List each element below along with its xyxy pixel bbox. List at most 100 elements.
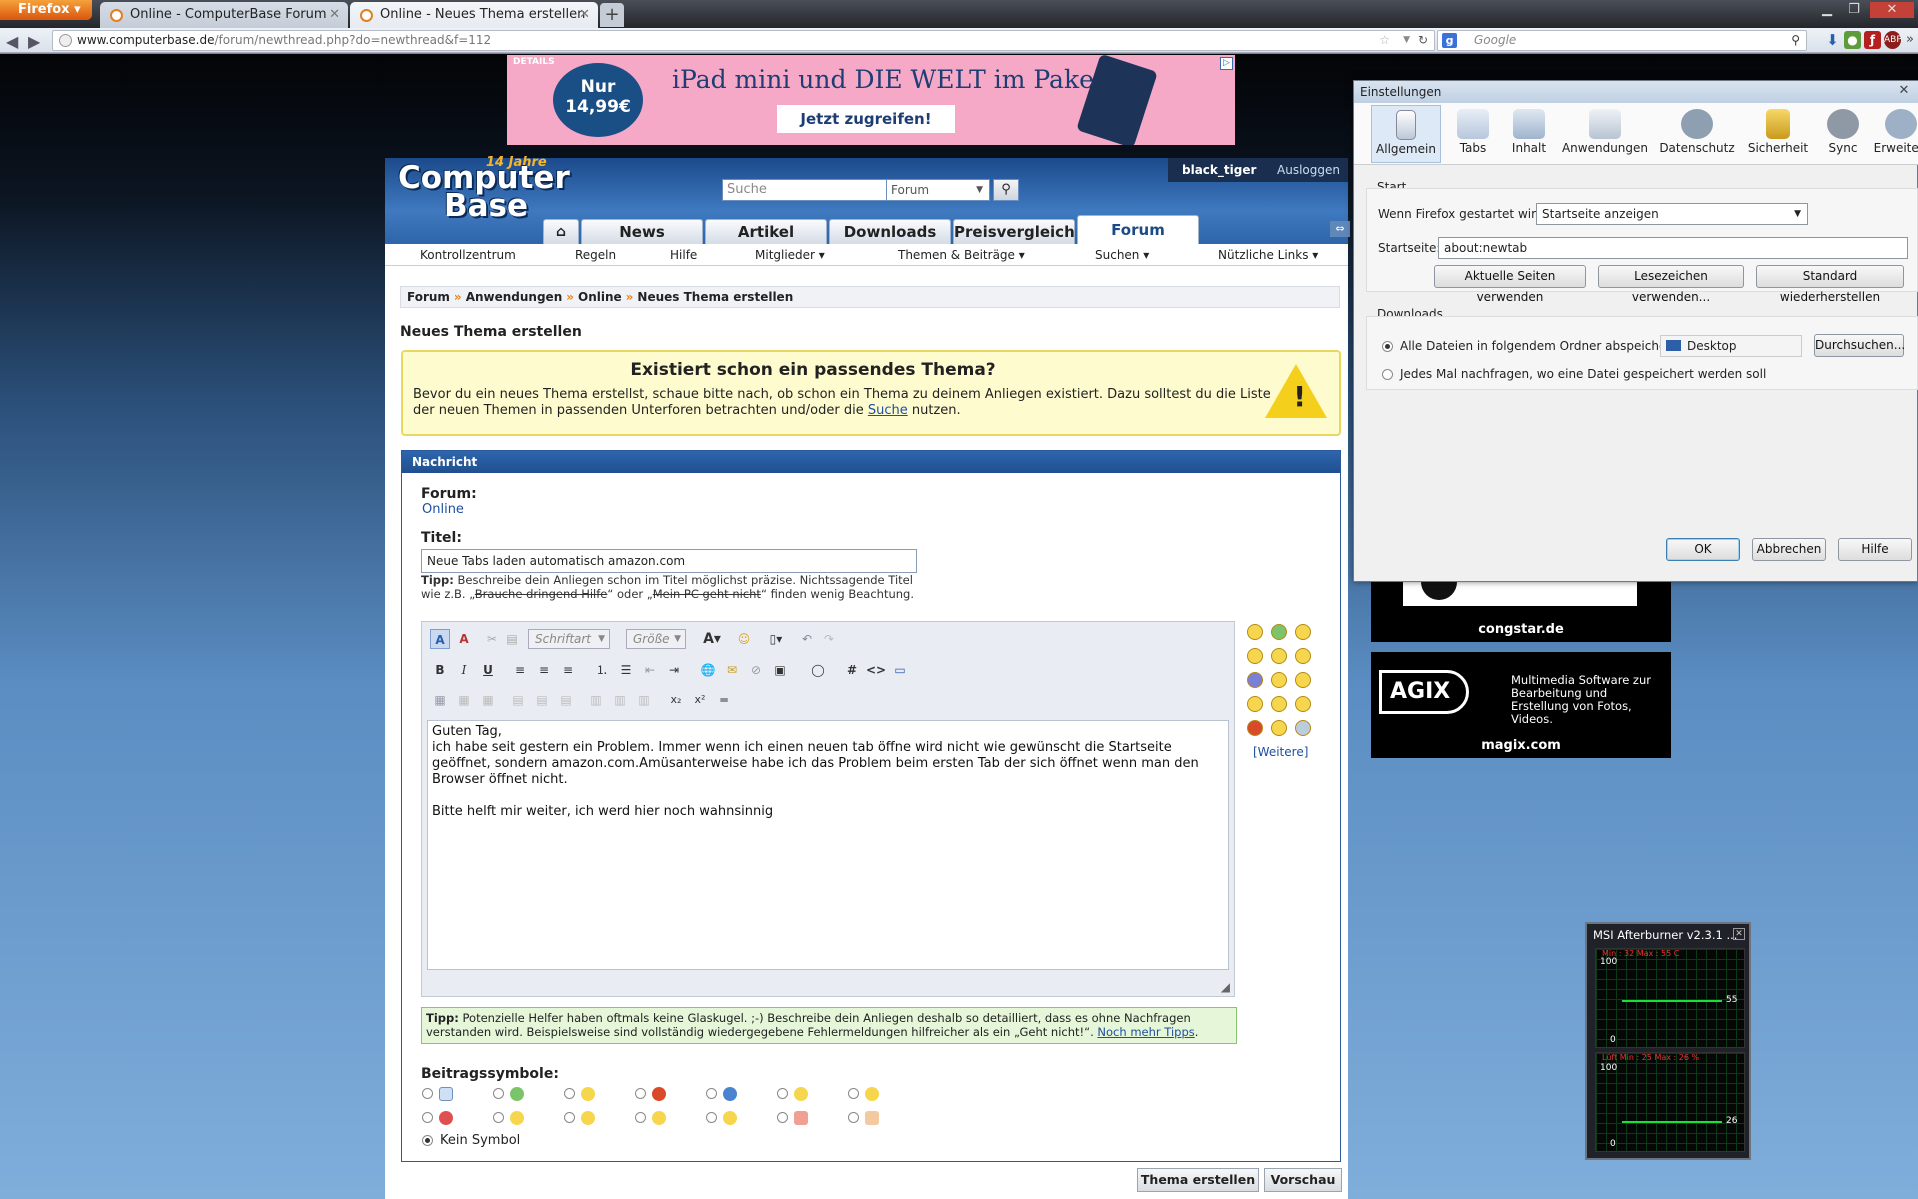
ad-cta-button[interactable]: Jetzt zugreifen! — [777, 105, 955, 133]
post-icon-radio[interactable] — [493, 1112, 504, 1123]
post-icon-radio[interactable] — [564, 1112, 575, 1123]
post-icon-radio[interactable] — [422, 1112, 433, 1123]
smiley-icon[interactable] — [1271, 624, 1287, 640]
subnav-mitglieder[interactable]: Mitglieder ▾ — [755, 246, 825, 264]
smiley-icon[interactable] — [1247, 696, 1263, 712]
smiley-icon[interactable] — [1295, 696, 1311, 712]
menu-overflow-icon[interactable]: » — [1906, 32, 1914, 47]
bookmark-star-icon[interactable]: ☆ — [1379, 31, 1390, 50]
smiley-icon[interactable] — [1271, 696, 1287, 712]
table-icon[interactable]: ▦ — [430, 690, 450, 710]
username-link[interactable]: black_tiger — [1182, 158, 1256, 182]
tab-artikel[interactable]: Artikel — [705, 219, 827, 244]
col-right-icon[interactable]: ▥ — [610, 690, 630, 710]
dropdown-icon[interactable]: ▼ — [1403, 31, 1410, 50]
smiley-icon[interactable] — [1247, 720, 1263, 736]
col-delete-icon[interactable]: ▥ — [634, 690, 654, 710]
image-icon[interactable]: ▣ — [770, 660, 790, 680]
subscript-icon[interactable]: x₂ — [666, 690, 686, 710]
tab-forum[interactable]: Forum — [1077, 215, 1199, 244]
download-icon[interactable]: ⬇ — [1824, 31, 1841, 49]
subnav-suchen[interactable]: Suchen ▾ — [1095, 246, 1149, 264]
afterburner-close-icon[interactable]: ✕ — [1733, 928, 1745, 940]
post-icon-radio[interactable] — [706, 1112, 717, 1123]
horizontal-rule-icon[interactable]: ═ — [714, 690, 734, 710]
post-icon-radio[interactable] — [848, 1088, 859, 1099]
post-icon-radio[interactable] — [777, 1088, 788, 1099]
smiley-icon[interactable] — [1271, 720, 1287, 736]
close-tab-icon[interactable]: ✕ — [329, 2, 340, 28]
smiley-icon[interactable] — [1295, 624, 1311, 640]
quote-icon[interactable]: ◯ — [808, 660, 828, 680]
subnav-themen[interactable]: Themen & Beiträge ▾ — [898, 246, 1025, 264]
superscript-icon[interactable]: x² — [690, 690, 710, 710]
adblock-icon[interactable]: ABP — [1884, 31, 1902, 49]
subnav-regeln[interactable]: Regeln — [575, 246, 616, 264]
magix-ad[interactable]: AGIX Multimedia Software zur Bearbeitung… — [1371, 652, 1671, 758]
close-tab-icon[interactable]: ✕ — [579, 2, 590, 28]
use-bookmark-button[interactable]: Lesezeichen verwenden... — [1598, 265, 1744, 304]
start-behaviour-select[interactable]: Startseite anzeigen ▼ — [1536, 203, 1808, 225]
subnav-nuetzliche-links[interactable]: Nützliche Links ▾ — [1218, 246, 1318, 264]
more-smilies-link[interactable]: [Weitere] — [1253, 745, 1308, 759]
afterburner-widget[interactable]: MSI Afterburner v2.3.1 ... ✕ 100 0 55 Mi… — [1585, 922, 1751, 1160]
restore-default-button[interactable]: Standard wiederherstellen — [1756, 265, 1904, 304]
ordered-list-icon[interactable]: ⒈ — [592, 660, 612, 680]
row-above-icon[interactable]: ▤ — [508, 690, 528, 710]
resize-handle-icon[interactable]: ◢ — [1221, 980, 1230, 994]
home-tab[interactable]: ⌂ — [543, 219, 579, 244]
redo-icon[interactable]: ↷ — [819, 629, 839, 649]
font-select[interactable]: Schriftart ▼ — [528, 629, 610, 649]
paste-icon[interactable]: ▤ — [502, 629, 522, 649]
remove-format-icon[interactable]: A — [454, 629, 474, 649]
post-icon-radio[interactable] — [848, 1112, 859, 1123]
tab-tabs[interactable]: Tabs — [1446, 105, 1500, 163]
smiley-icon[interactable] — [1295, 672, 1311, 688]
help-button[interactable]: Hilfe — [1838, 538, 1912, 561]
row-delete-icon[interactable]: ▤ — [556, 690, 576, 710]
reload-icon[interactable]: ↻ — [1418, 31, 1428, 50]
email-icon[interactable]: ✉ — [722, 660, 742, 680]
smiley-icon[interactable] — [1271, 648, 1287, 664]
crumb-online[interactable]: Online — [578, 290, 622, 304]
forum-value-link[interactable]: Online — [422, 502, 464, 517]
subnav-kontrollzentrum[interactable]: Kontrollzentrum — [420, 246, 516, 264]
site-identity-icon[interactable] — [59, 34, 72, 47]
smiley-icon[interactable] — [1247, 624, 1263, 640]
maximize-icon[interactable]: ❐ — [1843, 2, 1865, 18]
post-icon-radio[interactable] — [422, 1088, 433, 1099]
ok-button[interactable]: OK — [1666, 538, 1740, 561]
adchoices-icon[interactable]: ▷ — [1220, 57, 1233, 70]
post-icon-radio[interactable] — [635, 1112, 646, 1123]
post-icon-radio[interactable] — [777, 1112, 788, 1123]
browse-button[interactable]: Durchsuchen... — [1814, 334, 1905, 357]
font-color-icon[interactable]: A▾ — [698, 629, 726, 649]
link-icon[interactable]: 🌐 — [698, 660, 718, 680]
table-props-icon[interactable]: ▦ — [454, 690, 474, 710]
smiley-icon[interactable] — [1295, 720, 1311, 736]
new-tab-button[interactable]: + — [600, 3, 624, 27]
search-icon[interactable]: ⚲ — [1791, 31, 1800, 50]
preview-button[interactable]: Vorschau — [1264, 1168, 1342, 1192]
outdent-icon[interactable]: ⇤ — [640, 660, 660, 680]
tab-preisvergleich[interactable]: Preisvergleich — [953, 219, 1075, 244]
tab-downloads[interactable]: Downloads — [829, 219, 951, 244]
align-center-icon[interactable]: ≡ — [534, 660, 554, 680]
firefox-menu-button[interactable]: Firefox ▾ — [0, 0, 92, 20]
tab-sync[interactable]: Sync — [1816, 105, 1870, 163]
homepage-input[interactable]: about:newtab — [1438, 237, 1908, 259]
code-icon[interactable]: <> — [866, 660, 886, 680]
tab-computerbase-forum[interactable]: Online - ComputerBase Forum ✕ — [100, 2, 348, 28]
tab-allgemein[interactable]: Allgemein — [1371, 105, 1441, 163]
create-thread-button[interactable]: Thema erstellen — [1137, 1168, 1259, 1192]
col-left-icon[interactable]: ▥ — [586, 690, 606, 710]
more-tips-link[interactable]: Noch mehr Tipps — [1097, 1025, 1194, 1039]
post-icon-radio[interactable] — [706, 1088, 717, 1099]
align-left-icon[interactable]: ≡ — [510, 660, 530, 680]
attachment-icon[interactable]: ▯▾ — [762, 629, 790, 649]
dialog-close-icon[interactable]: ✕ — [1890, 81, 1918, 101]
smiley-icon[interactable] — [1295, 648, 1311, 664]
undo-icon[interactable]: ↶ — [797, 629, 817, 649]
indent-icon[interactable]: ⇥ — [664, 660, 684, 680]
warning-search-link[interactable]: Suche — [868, 403, 908, 418]
